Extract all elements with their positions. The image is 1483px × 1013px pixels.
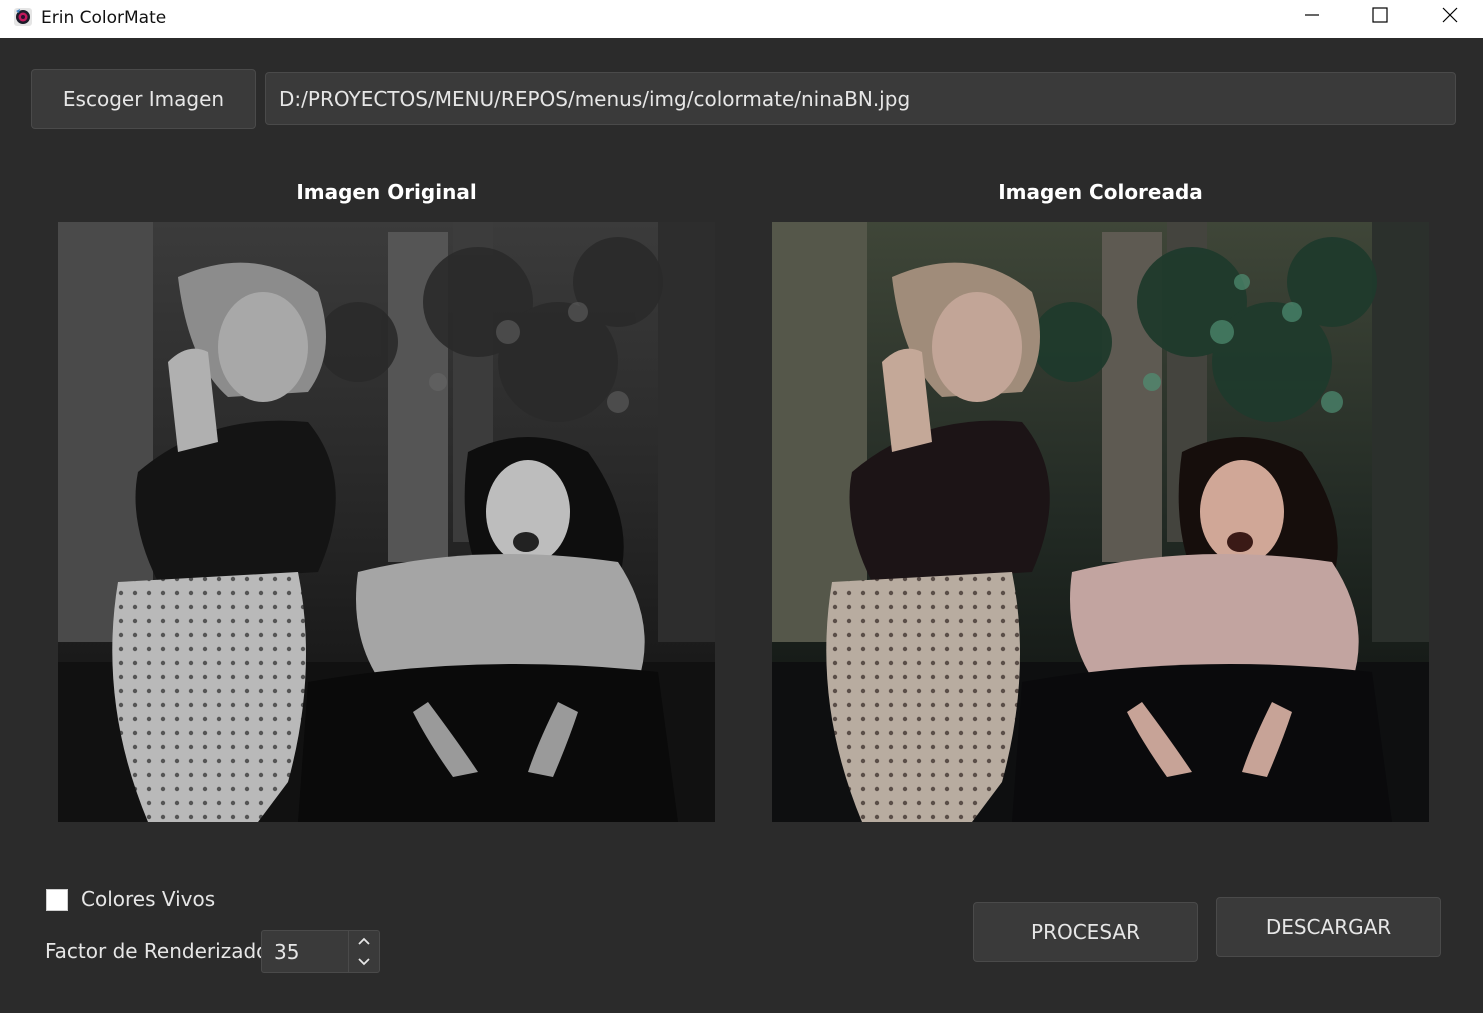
original-image xyxy=(58,222,715,822)
minimize-button[interactable] xyxy=(1278,0,1346,34)
render-factor-value[interactable]: 35 xyxy=(274,940,299,964)
process-button[interactable]: PROCESAR xyxy=(973,902,1198,962)
colored-image xyxy=(772,222,1429,822)
maximize-button[interactable] xyxy=(1346,0,1414,34)
image-path-field[interactable]: D:/PROYECTOS/MENU/REPOS/menus/img/colorm… xyxy=(265,72,1456,125)
render-factor-spinbox[interactable]: 35 xyxy=(261,930,380,973)
chevron-down-icon xyxy=(358,953,370,971)
chevron-up-icon xyxy=(358,932,370,950)
spin-down-button[interactable] xyxy=(349,952,379,972)
colored-image-title: Imagen Coloreada xyxy=(998,180,1203,204)
download-button[interactable]: DESCARGAR xyxy=(1216,897,1441,957)
spin-up-button[interactable] xyxy=(349,931,379,951)
colormate-app-icon xyxy=(13,7,33,27)
minimize-icon xyxy=(1304,7,1320,28)
window-title: Erin ColorMate xyxy=(41,8,167,28)
title-bar[interactable]: Erin ColorMate xyxy=(0,0,1483,38)
render-factor-label: Factor de Renderizado xyxy=(45,939,269,963)
maximize-icon xyxy=(1372,6,1388,28)
spin-buttons xyxy=(348,931,379,972)
close-button[interactable] xyxy=(1416,0,1483,34)
choose-image-button[interactable]: Escoger Imagen xyxy=(31,69,256,129)
image-path-text: D:/PROYECTOS/MENU/REPOS/menus/img/colorm… xyxy=(279,86,911,111)
vivid-colors-checkbox[interactable] xyxy=(46,889,68,911)
close-icon xyxy=(1442,7,1458,28)
vivid-colors-label[interactable]: Colores Vivos xyxy=(81,887,215,911)
original-image-title: Imagen Original xyxy=(296,180,477,204)
main-window: Erin ColorMate Escoger Imagen D:/PROYECT… xyxy=(0,0,1483,1013)
